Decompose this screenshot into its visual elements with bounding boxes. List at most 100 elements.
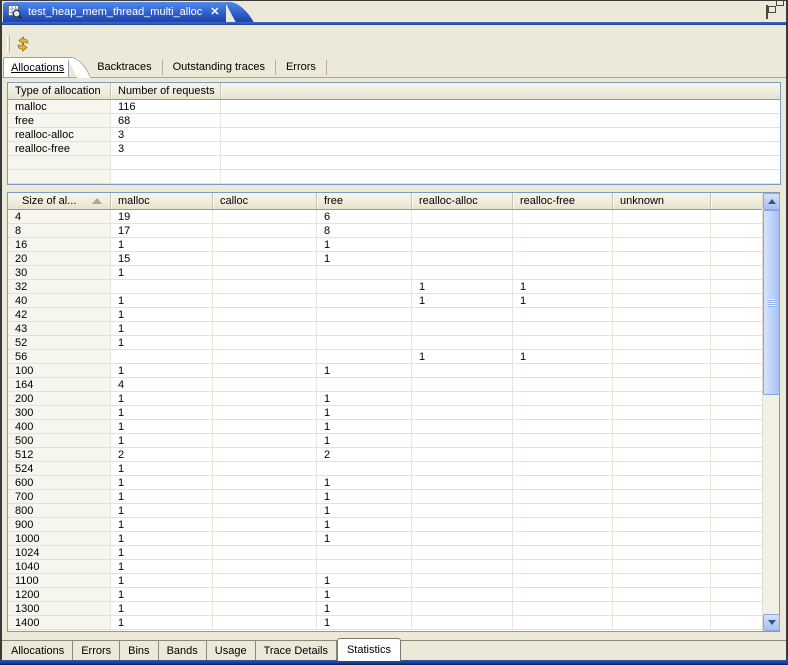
table-cell [412, 434, 513, 448]
table-row[interactable]: 4 19 6 [8, 210, 762, 224]
table-row[interactable]: 1100 1 1 [8, 574, 762, 588]
table-row[interactable]: 8 17 8 [8, 224, 762, 238]
table-cell: 1 [118, 295, 125, 307]
table-row[interactable]: 16 1 1 [8, 238, 762, 252]
table-cell [213, 560, 317, 574]
table-cell: 16 [15, 239, 28, 251]
column-header-calloc[interactable]: calloc [213, 193, 317, 209]
column-header-number-of-requests[interactable]: Number of requests [111, 83, 221, 99]
table-row[interactable]: 200 1 1 [8, 392, 762, 406]
tab-errors[interactable]: Errors [276, 59, 327, 75]
table-cell: 1 [520, 295, 527, 307]
tab-backtraces[interactable]: Backtraces [87, 59, 163, 75]
table-row[interactable]: 30 1 [8, 266, 762, 280]
column-header-realloc-free[interactable]: realloc-free [513, 193, 613, 209]
table-cell [213, 532, 317, 546]
table-row[interactable]: 56 1 1 [8, 350, 762, 364]
scroll-down-button[interactable] [763, 614, 780, 631]
window-edge [0, 0, 788, 1]
table-cell [213, 448, 317, 462]
tab-allocations[interactable]: Allocations [3, 57, 70, 77]
table-row[interactable]: 1300 1 1 [8, 602, 762, 616]
column-header-size-of-al[interactable]: Size of al... [8, 193, 111, 209]
scroll-down-icon [767, 620, 776, 625]
scroll-thumb[interactable] [763, 210, 780, 395]
toolbar-grip[interactable] [7, 36, 10, 52]
table-row[interactable]: free 68 [8, 114, 780, 128]
bottom-tab-allocations[interactable]: Allocations [3, 641, 74, 660]
table-row[interactable]: 800 1 1 [8, 504, 762, 518]
table-row[interactable]: 300 1 1 [8, 406, 762, 420]
sort-ascending-icon [92, 198, 103, 204]
bottom-tab-allocations-label: Allocations [11, 644, 65, 657]
table-cell [711, 350, 762, 364]
bottom-tab-errors[interactable]: Errors [73, 641, 121, 660]
table-row[interactable]: 164 4 [8, 378, 762, 392]
table-cell [412, 210, 513, 224]
table-cell: 68 [118, 115, 131, 127]
column-header-free[interactable]: free [317, 193, 412, 209]
view-tab[interactable]: test_heap_mem_thread_multi_alloc ✕ [3, 2, 226, 22]
table-cell: 300 [15, 407, 34, 419]
tab-errors-label: Errors [285, 61, 316, 73]
table-row[interactable]: 1200 1 1 [8, 588, 762, 602]
table-cell [513, 210, 613, 224]
table-cell [221, 114, 780, 128]
summary-table: Type of allocation Number of requests mall… [7, 82, 781, 185]
bottom-tab-bands[interactable]: Bands [159, 641, 207, 660]
table-cell: 524 [15, 463, 34, 475]
table-cell: 1 [324, 421, 331, 433]
table-row[interactable]: 1400 1 1 [8, 616, 762, 630]
column-header-type-of-allocation[interactable]: Type of allocation [8, 83, 111, 99]
table-cell [711, 448, 762, 462]
tab-allocations-label: Allocations [11, 61, 65, 74]
table-cell [613, 252, 711, 266]
table-row[interactable]: realloc-free 3 [8, 142, 780, 156]
table-row[interactable]: 500 1 1 [8, 434, 762, 448]
table-row[interactable]: 400 1 1 [8, 420, 762, 434]
table-row[interactable]: 1000 1 1 [8, 532, 762, 546]
table-row[interactable]: 20 15 1 [8, 252, 762, 266]
table-cell [213, 462, 317, 476]
table-cell: 1000 [15, 533, 40, 545]
table-cell [613, 336, 711, 350]
table-row[interactable]: 700 1 1 [8, 490, 762, 504]
close-icon[interactable]: ✕ [210, 2, 219, 22]
column-header-malloc[interactable]: malloc [111, 193, 213, 209]
table-row[interactable]: 52 1 [8, 336, 762, 350]
table-cell [513, 336, 613, 350]
table-cell [412, 308, 513, 322]
table-row[interactable]: 40 1 1 1 [8, 294, 762, 308]
bottom-tab-statistics[interactable]: Statistics [336, 638, 401, 661]
table-row[interactable]: 524 1 [8, 462, 762, 476]
table-row[interactable]: 32 1 1 [8, 280, 762, 294]
table-row[interactable]: 100 1 1 [8, 364, 762, 378]
table-row[interactable]: 900 1 1 [8, 518, 762, 532]
table-row[interactable]: malloc 116 [8, 100, 780, 114]
bottom-tab-trace-details[interactable]: Trace Details [256, 641, 337, 660]
table-cell [513, 406, 613, 420]
table-row[interactable]: 1040 1 [8, 560, 762, 574]
table-row[interactable]: 512 2 2 [8, 448, 762, 462]
table-cell [513, 364, 613, 378]
table-cell: 1 [324, 505, 331, 517]
table-cell [711, 518, 762, 532]
bottom-tab-usage[interactable]: Usage [207, 641, 256, 660]
table-cell [412, 490, 513, 504]
scroll-up-button[interactable] [763, 193, 780, 210]
table-row[interactable]: 43 1 [8, 322, 762, 336]
table-cell [412, 392, 513, 406]
column-header-unknown[interactable]: unknown [613, 193, 711, 209]
table-row[interactable]: 42 1 [8, 308, 762, 322]
table-cell: 800 [15, 505, 34, 517]
table-cell [412, 462, 513, 476]
table-cell [317, 336, 412, 350]
bottom-tab-bins[interactable]: Bins [120, 641, 159, 660]
table-row[interactable]: 1024 1 [8, 546, 762, 560]
column-header-realloc-alloc[interactable]: realloc-alloc [412, 193, 513, 209]
table-row[interactable]: realloc-alloc 3 [8, 128, 780, 142]
table-cell: 4 [118, 379, 125, 391]
table-row[interactable]: 600 1 1 [8, 476, 762, 490]
refresh-button[interactable] [14, 35, 32, 53]
tab-outstanding-traces[interactable]: Outstanding traces [163, 59, 276, 75]
